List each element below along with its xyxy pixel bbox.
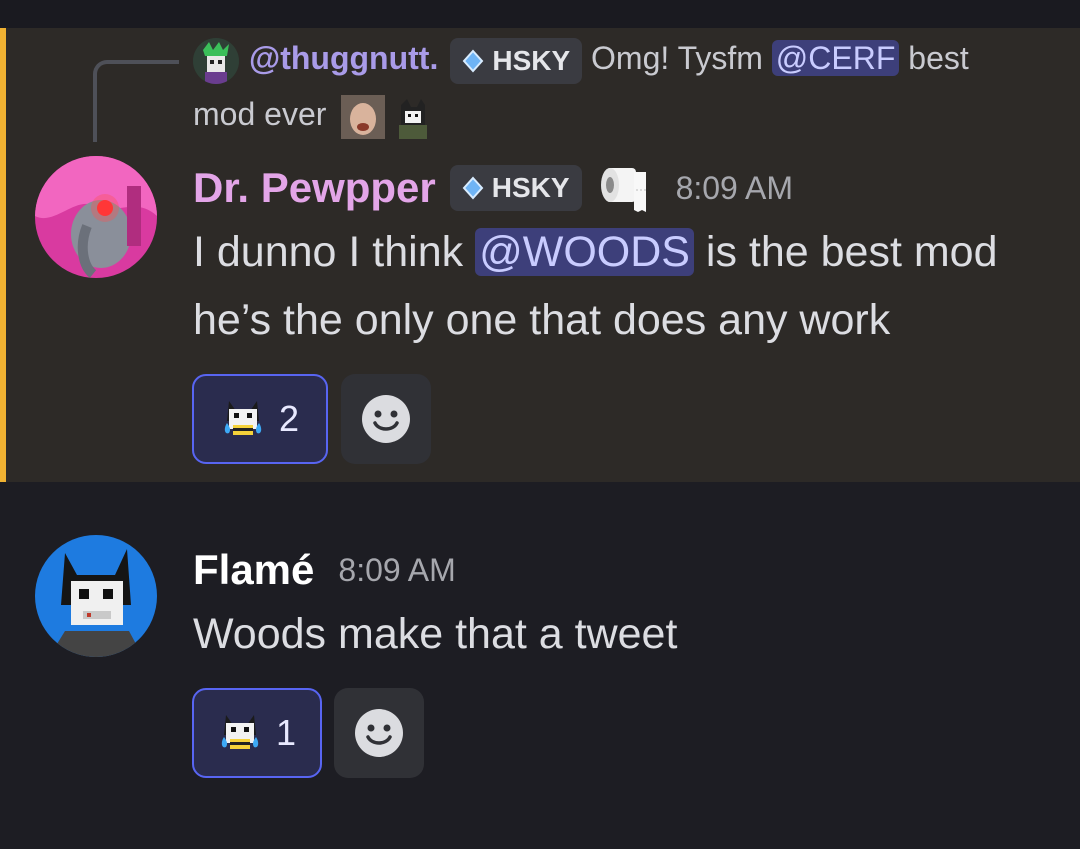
blue-droplet-icon: [462, 176, 484, 200]
message-text-start: I dunno I think: [193, 228, 464, 276]
message-text-line2: he’s the only one that does any work: [193, 296, 891, 344]
smiley-face-icon: [362, 395, 410, 443]
dr-pewpper-timestamp: 8:09 AM: [675, 170, 793, 206]
face-emoji-icon: [341, 94, 386, 139]
flame-name[interactable]: Flamé: [193, 540, 314, 600]
reply-author-name[interactable]: @thuggnutt.: [249, 40, 438, 76]
crying-husky-emoji-icon: [224, 401, 262, 435]
add-reaction-button[interactable]: [334, 688, 424, 778]
reply-text-end: best: [908, 40, 969, 76]
reply-mention[interactable]: @CERF: [771, 40, 900, 76]
reaction-count: 1: [275, 712, 297, 753]
reply-server-tag[interactable]: HSKY: [450, 37, 583, 84]
dr-pewpper-message-text: I dunno I think @WOODS is the best mod h…: [193, 218, 1053, 354]
reply-tag-label: HSKY: [492, 44, 571, 76]
reply-connector: [93, 60, 179, 142]
add-reaction-button[interactable]: [341, 374, 431, 464]
dr-pewpper-server-tag[interactable]: HSKY: [449, 165, 582, 211]
reply-preview[interactable]: @thuggnutt. HSKY Omg! Tysfm @CERF best mo…: [193, 30, 1043, 142]
flame-avatar[interactable]: [35, 535, 157, 657]
reply-text-line2: mod ever: [193, 96, 327, 132]
crying-husky-emoji-icon: [221, 715, 259, 749]
mention-highlight-bar: [0, 28, 6, 482]
message-text-end: is the best mod: [705, 228, 998, 276]
dr-pewpper-tag-label: HSKY: [491, 172, 570, 203]
flame-message-text: Woods make that a tweet: [193, 610, 678, 658]
reply-author-avatar[interactable]: [193, 37, 239, 84]
reply-text: Omg! Tysfm: [591, 40, 763, 76]
flame-timestamp: 8:09 AM: [338, 552, 456, 588]
top-strip: [0, 0, 1080, 28]
dr-pewpper-avatar[interactable]: [35, 156, 157, 278]
reaction-button[interactable]: 2: [192, 374, 328, 464]
dr-pewpper-name[interactable]: Dr. Pewpper: [193, 158, 436, 218]
smiley-face-icon: [355, 709, 403, 757]
blue-droplet-icon: [462, 49, 484, 73]
woods-mention[interactable]: @WOODS: [475, 228, 694, 276]
toilet-paper-icon: [600, 168, 646, 212]
reaction-count: 2: [278, 398, 300, 439]
reaction-button[interactable]: 1: [192, 688, 322, 778]
husky-salute-emoji-icon: [391, 94, 436, 139]
